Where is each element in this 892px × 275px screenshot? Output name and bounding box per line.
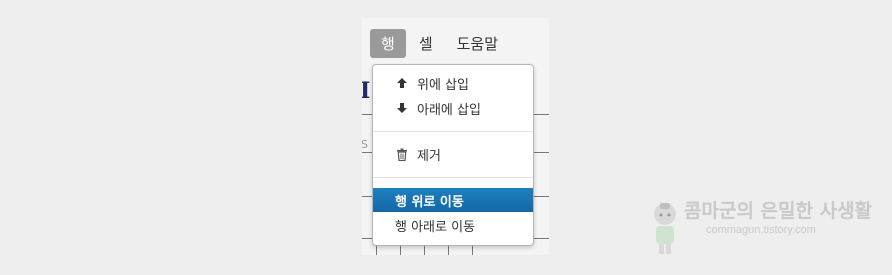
insert-below-item[interactable]: 아래에 삽입 xyxy=(373,96,533,120)
menu-tab-cell[interactable]: 셀 xyxy=(408,29,444,58)
insert-below-label: 아래에 삽입 xyxy=(417,102,481,118)
arrow-down-icon xyxy=(395,101,409,115)
background-side-text: S xyxy=(362,138,368,151)
arrow-up-icon xyxy=(395,76,409,90)
insert-above-item[interactable]: 위에 삽입 xyxy=(373,71,533,95)
menubar: 행 셀 도움말 xyxy=(370,29,511,58)
mascot-icon xyxy=(654,203,676,254)
remove-item[interactable]: 제거 xyxy=(373,142,533,166)
watermark-title: 콤마군의 은밀한 사생활 xyxy=(684,200,873,222)
insert-above-label: 위에 삽입 xyxy=(417,77,469,93)
watermark-url: commagun.tistory.com xyxy=(706,224,816,236)
editor-panel: I S 행 셀 도움말 위에 삽입 아래에 삽입 제거 행 위로 이동 행 아래… xyxy=(362,18,549,255)
move-row-up-label: 행 위로 이동 xyxy=(395,194,464,210)
remove-label: 제거 xyxy=(417,148,441,164)
move-row-down-label: 행 아래로 이동 xyxy=(395,219,476,235)
row-dropdown-menu: 위에 삽입 아래에 삽입 제거 행 위로 이동 행 아래로 이동 xyxy=(372,64,534,246)
menu-tab-help[interactable]: 도움말 xyxy=(446,29,509,58)
menu-divider xyxy=(373,131,533,132)
blog-watermark: 콤마군의 은밀한 사생활 commagun.tistory.com xyxy=(650,200,872,256)
move-row-down-item[interactable]: 행 아래로 이동 xyxy=(373,213,533,237)
background-glyph: I xyxy=(362,78,371,104)
menu-tab-row[interactable]: 행 xyxy=(370,29,406,58)
move-row-up-item[interactable]: 행 위로 이동 xyxy=(373,188,533,212)
menu-divider xyxy=(373,177,533,178)
trash-icon xyxy=(395,147,409,161)
